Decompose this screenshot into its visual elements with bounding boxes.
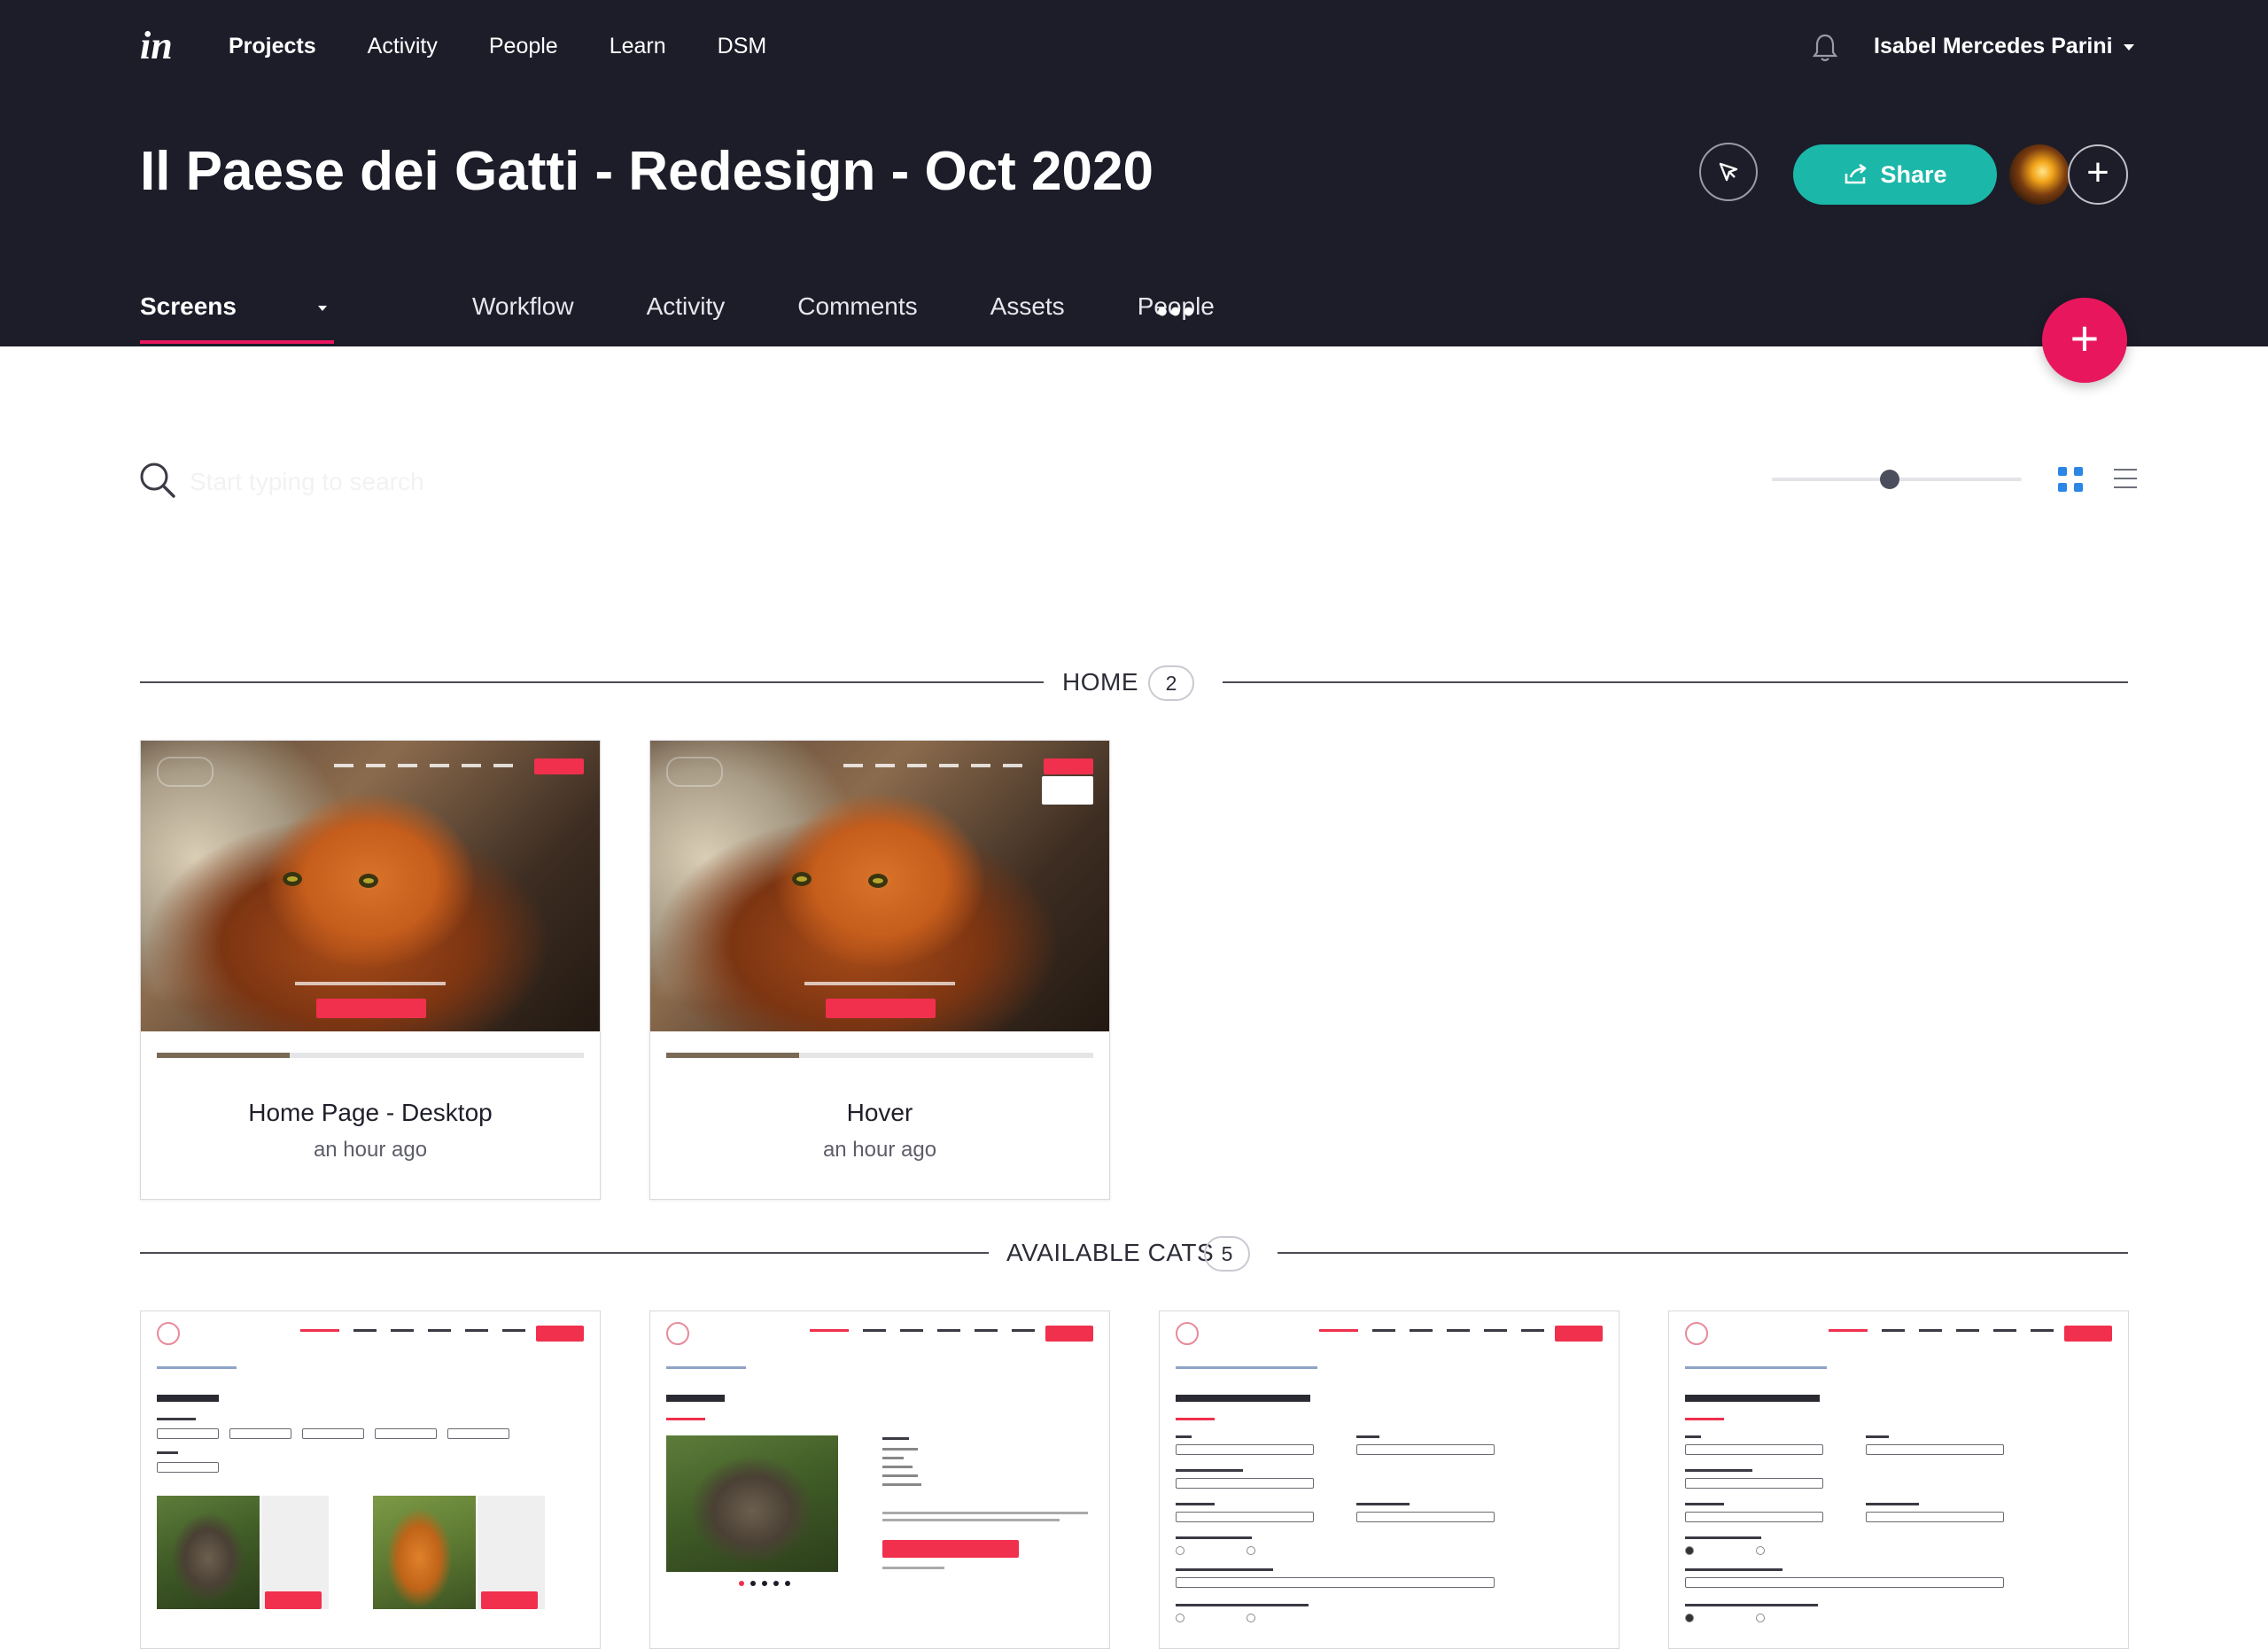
screen-card[interactable] [1668, 1311, 2129, 1649]
list-view-icon[interactable] [2114, 469, 2137, 495]
grid-view-icon[interactable] [2058, 467, 2083, 492]
user-menu[interactable]: Isabel Mercedes Parini [1874, 34, 2134, 59]
tab-activity[interactable]: Activity [647, 292, 726, 321]
cat-eye [283, 872, 302, 886]
search-input[interactable] [188, 464, 723, 500]
tab-assets[interactable]: Assets [990, 292, 1065, 321]
section-count-badge: 5 [1204, 1236, 1250, 1272]
nav-activity[interactable]: Activity [368, 34, 438, 59]
user-name: Isabel Mercedes Parini [1874, 34, 2113, 58]
dropdown-preview [1042, 776, 1093, 805]
top-nav: Projects Activity People Learn DSM [229, 34, 766, 59]
zoom-slider-handle[interactable] [1880, 470, 1899, 489]
add-screen-button[interactable]: + [2042, 298, 2127, 383]
tab-comments[interactable]: Comments [797, 292, 917, 321]
cursor-pointer-icon [1719, 162, 1738, 182]
nav-projects[interactable]: Projects [229, 34, 316, 59]
avatar[interactable] [2009, 144, 2070, 205]
tab-screens[interactable]: Screens [140, 292, 400, 344]
section-count-badge: 2 [1148, 665, 1194, 701]
add-collaborator-button[interactable]: + [2068, 144, 2128, 205]
screen-thumbnail[interactable] [650, 741, 1109, 1031]
invision-logo[interactable]: in [140, 23, 173, 68]
share-label: Share [1880, 160, 1947, 188]
bell-icon[interactable] [1811, 32, 1839, 64]
nav-people[interactable]: People [489, 34, 558, 59]
tab-workflow[interactable]: Workflow [472, 292, 574, 321]
share-button[interactable]: Share [1793, 144, 1997, 205]
tab-screens-label: Screens [140, 292, 237, 320]
search-icon [140, 463, 175, 498]
cat-eye [359, 874, 378, 888]
cat-eye [868, 874, 888, 888]
screen-card[interactable] [1159, 1311, 1619, 1649]
share-icon [1845, 163, 1867, 184]
section-divider [140, 681, 1044, 683]
project-header: in Projects Activity People Learn DSM Is… [0, 0, 2268, 346]
section-divider [1223, 681, 2128, 683]
nav-dsm[interactable]: DSM [718, 34, 767, 59]
screen-name[interactable]: Hover [650, 1099, 1109, 1127]
chevron-down-icon [317, 305, 327, 311]
active-tab-indicator [140, 340, 334, 344]
cat-photo [666, 1435, 838, 1572]
screen-name[interactable]: Home Page - Desktop [141, 1099, 600, 1127]
nav-learn[interactable]: Learn [610, 34, 666, 59]
cat-eye [792, 872, 812, 886]
chevron-down-icon [2123, 43, 2134, 51]
section-title-home: HOME [1062, 668, 1138, 696]
cat-photo [373, 1496, 476, 1609]
screen-card[interactable] [140, 1311, 601, 1649]
section-divider [140, 1252, 989, 1254]
screen-thumbnail[interactable] [141, 741, 600, 1031]
more-tabs-icon[interactable]: ••• [1157, 295, 1197, 330]
screen-timestamp: an hour ago [822, 1138, 937, 1162]
thumbnail-nav [666, 757, 1093, 805]
screen-timestamp: an hour ago [313, 1138, 428, 1162]
page-title: Il Paese dei Gatti - Redesign - Oct 2020 [140, 141, 1153, 202]
project-tabs: Screens Workflow Activity Comments Asset… [140, 292, 1287, 344]
cat-photo [157, 1496, 260, 1609]
screen-card[interactable]: Hover an hour ago [649, 740, 1110, 1200]
section-title-available-cats: AVAILABLE CATS [1006, 1239, 1215, 1266]
thumbnail-nav [157, 757, 584, 787]
section-divider [1278, 1252, 2128, 1254]
prototype-mode-button[interactable] [1699, 143, 1758, 201]
screen-card[interactable] [649, 1311, 1110, 1649]
screen-card[interactable]: Home Page - Desktop an hour ago [140, 740, 601, 1200]
